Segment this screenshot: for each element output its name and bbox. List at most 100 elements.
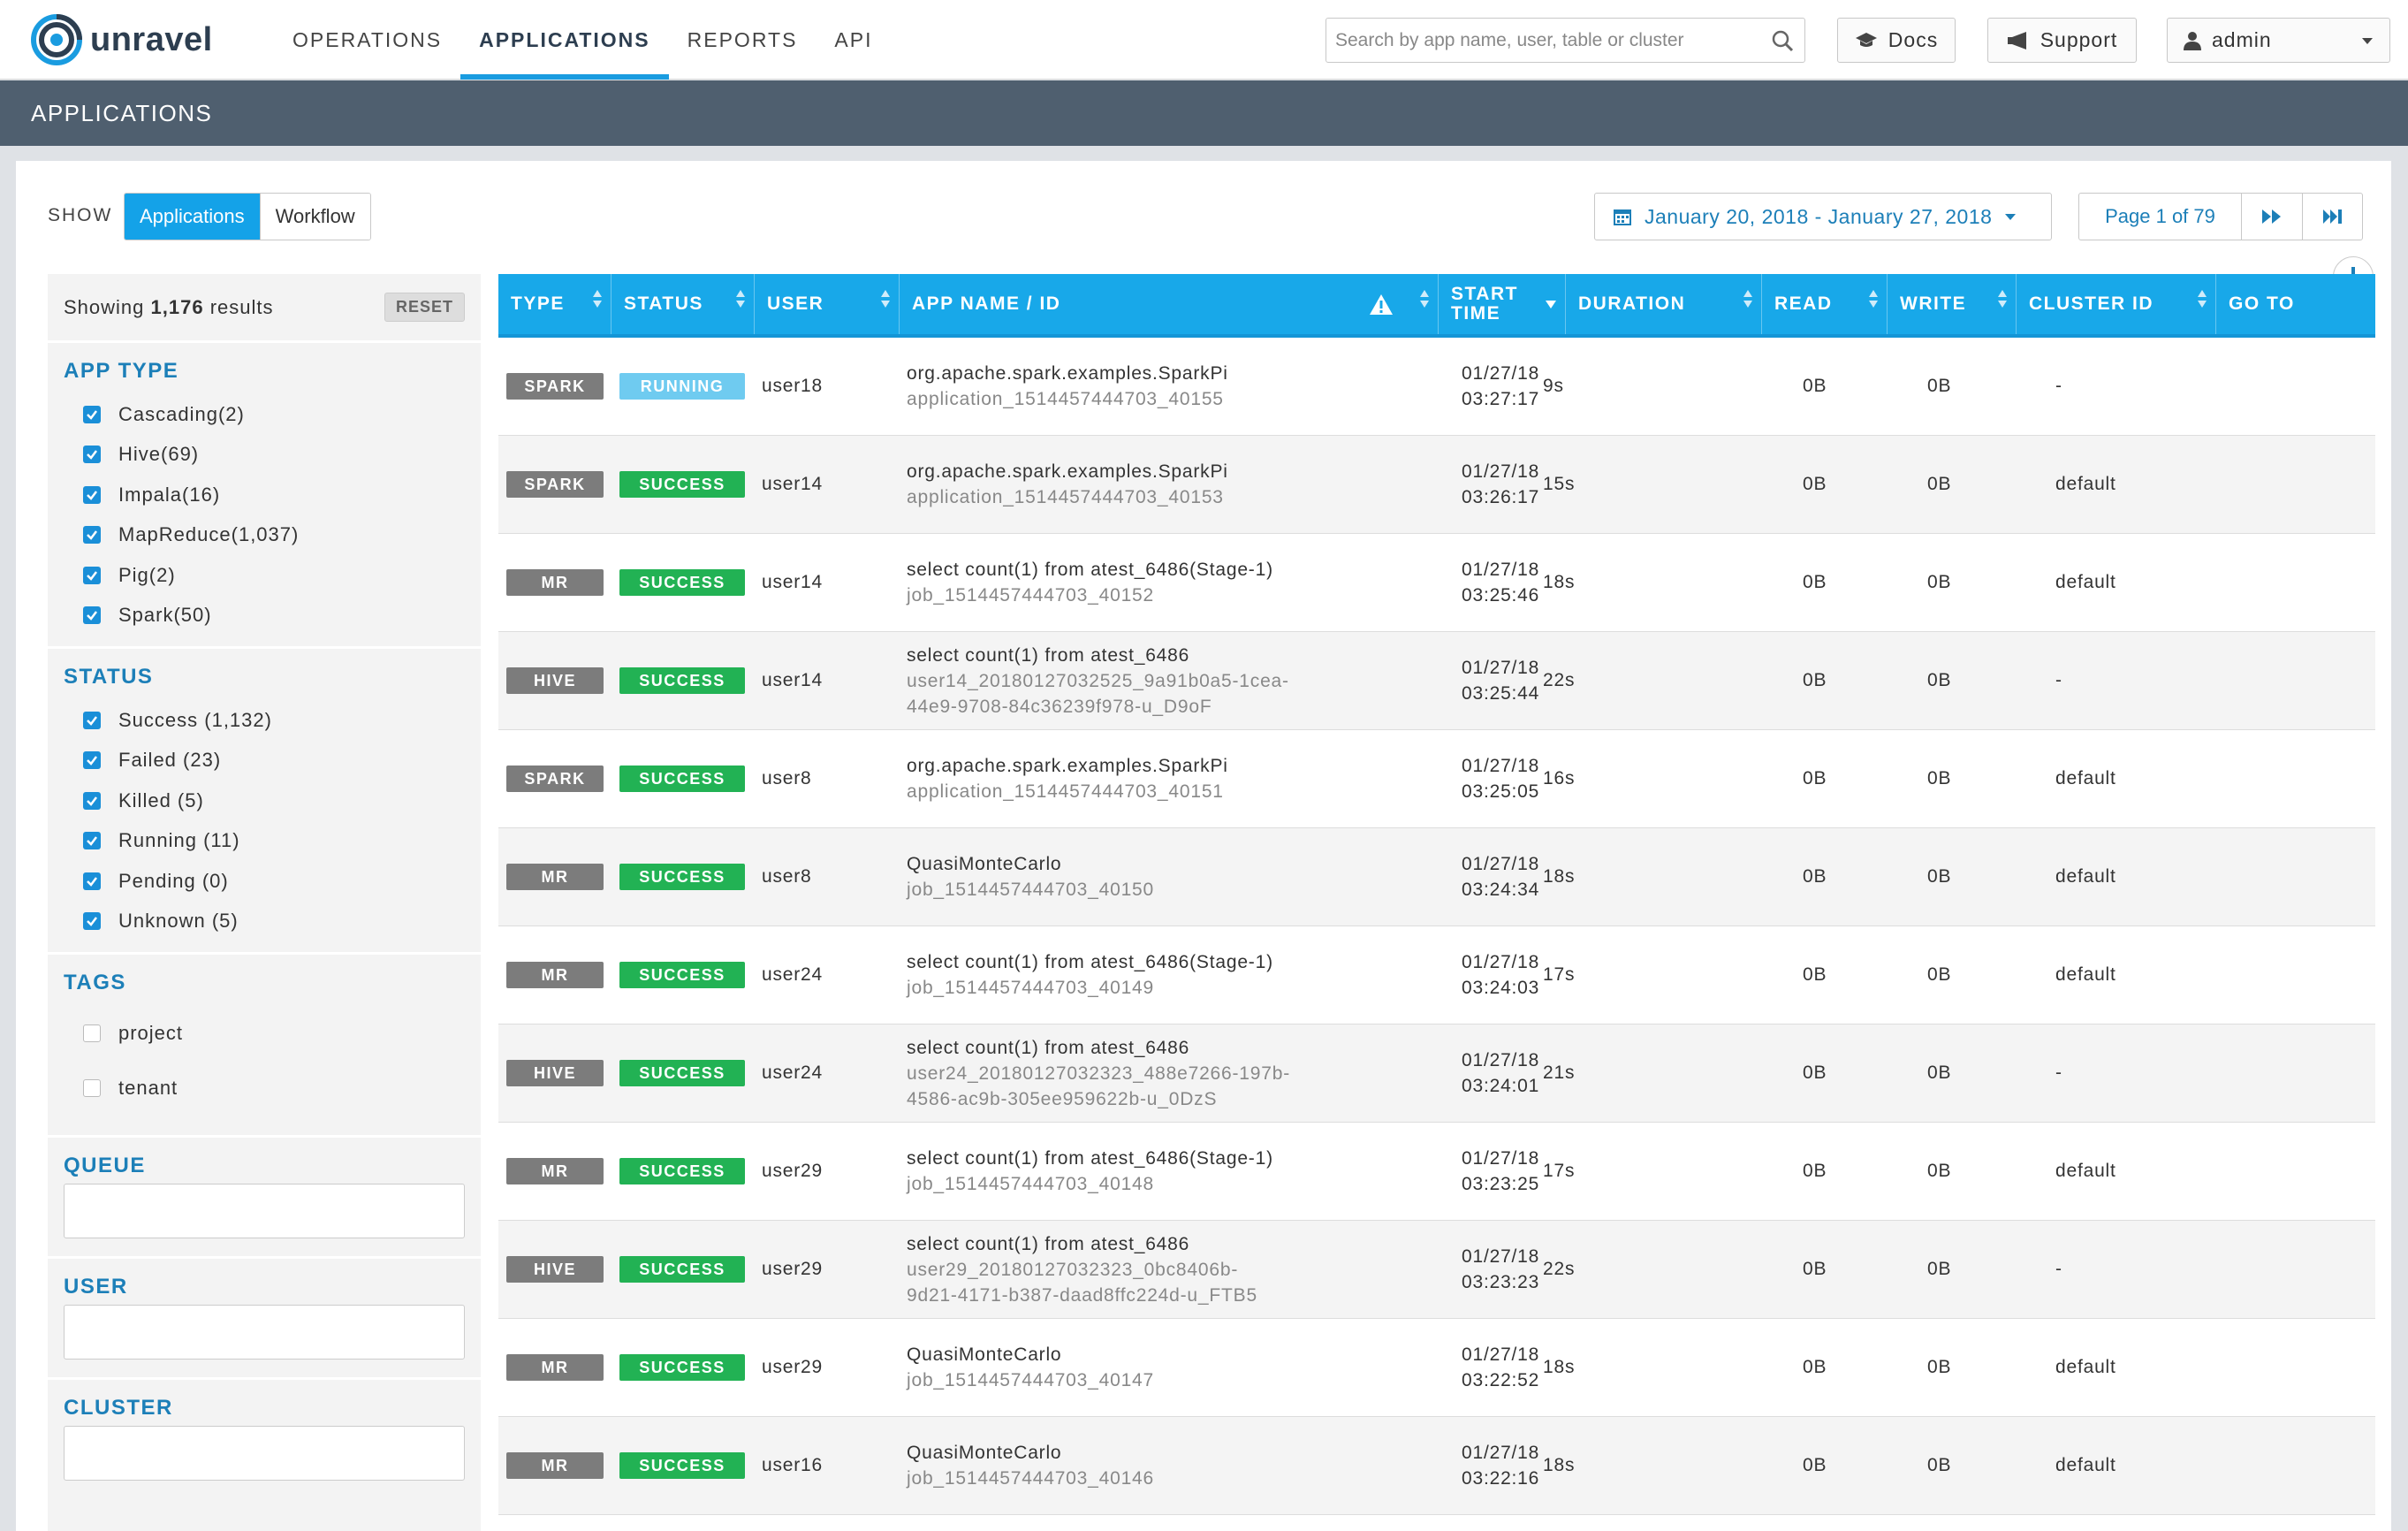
app-type-checkbox[interactable] (83, 485, 101, 504)
app-name[interactable]: QuasiMonteCarlo (907, 1440, 1154, 1466)
tag-item[interactable]: project (64, 1006, 465, 1061)
app-name[interactable]: select count(1) from atest_6486 (907, 1231, 1257, 1257)
user-cell[interactable]: user14 (762, 569, 823, 595)
app-id[interactable]: 4586-ac9b-305ee959622b-u_0DzS (907, 1086, 1290, 1112)
app-type-checkbox[interactable] (83, 566, 101, 584)
app-name[interactable]: org.apache.spark.examples.SparkPi (907, 753, 1228, 779)
table-row[interactable]: MR SUCCESS user8 QuasiMonteCarlo job_1514457… (498, 828, 2375, 926)
col-write[interactable]: WRITE (1888, 274, 2017, 334)
status-checkbox[interactable] (83, 711, 101, 729)
col-app-name[interactable]: APP NAME / ID (900, 274, 1341, 334)
app-id[interactable]: job_1514457444703_40147 (907, 1367, 1154, 1393)
status-checkbox[interactable] (83, 832, 101, 850)
status-item[interactable]: Success (1,132) (64, 700, 465, 741)
user-cell[interactable]: user16 (762, 1452, 823, 1478)
tag-item[interactable]: tenant (64, 1061, 465, 1116)
app-id[interactable]: job_1514457444703_40149 (907, 975, 1273, 1001)
user-cell[interactable]: user8 (762, 766, 812, 791)
app-name[interactable]: org.apache.spark.examples.SparkPi (907, 361, 1228, 386)
table-row[interactable]: HIVE SUCCESS user24 select count(1) from at… (498, 1024, 2375, 1123)
app-name-cell[interactable]: org.apache.spark.examples.SparkPi applica… (907, 361, 1228, 412)
table-row[interactable]: MR SUCCESS user14 select count(1) from ates… (498, 534, 2375, 632)
status-item[interactable]: Failed (23) (64, 741, 465, 781)
queue-input[interactable] (65, 1184, 464, 1238)
user-menu-button[interactable]: admin (2167, 18, 2390, 63)
app-name-cell[interactable]: org.apache.spark.examples.SparkPi applica… (907, 459, 1228, 510)
app-name[interactable]: select count(1) from atest_6486 (907, 1035, 1290, 1061)
status-checkbox[interactable] (83, 872, 101, 890)
last-page-button[interactable] (2302, 194, 2362, 240)
col-start-time[interactable]: START TIME (1439, 274, 1566, 334)
nav-operations[interactable]: OPERATIONS (274, 0, 460, 80)
app-id[interactable]: job_1514457444703_40150 (907, 877, 1154, 903)
nav-reports[interactable]: REPORTS (669, 0, 817, 80)
docs-button[interactable]: Docs (1837, 18, 1956, 63)
app-name[interactable]: select count(1) from atest_6486 (907, 643, 1289, 668)
user-cell[interactable]: user29 (762, 1354, 823, 1380)
search-input[interactable] (1326, 19, 1760, 62)
app-type-item[interactable]: Pig(2) (64, 555, 465, 596)
app-type-item[interactable]: Impala(16) (64, 475, 465, 515)
show-workflow-button[interactable]: Workflow (259, 194, 370, 240)
user-cell[interactable]: user8 (762, 864, 812, 889)
app-name[interactable]: select count(1) from atest_6486(Stage-1) (907, 949, 1273, 975)
status-item[interactable]: Running (11) (64, 821, 465, 862)
search-icon[interactable] (1760, 29, 1804, 52)
app-name[interactable]: select count(1) from atest_6486(Stage-1) (907, 1146, 1273, 1171)
app-type-item[interactable]: MapReduce(1,037) (64, 515, 465, 556)
app-type-checkbox[interactable] (83, 405, 101, 423)
app-name[interactable]: QuasiMonteCarlo (907, 1342, 1154, 1367)
col-warning[interactable] (1341, 274, 1439, 334)
app-name-cell[interactable]: select count(1) from atest_6486(Stage-1)… (907, 1146, 1273, 1197)
app-id[interactable]: user24_20180127032323_488e7266-197b- (907, 1061, 1290, 1086)
col-cluster-id[interactable]: CLUSTER ID (2017, 274, 2216, 334)
app-id[interactable]: 44e9-9708-84c36239f978-u_D9oF (907, 694, 1289, 720)
app-id[interactable]: job_1514457444703_40152 (907, 583, 1273, 608)
user-input[interactable] (65, 1306, 464, 1359)
user-cell[interactable]: user24 (762, 962, 823, 987)
tag-checkbox[interactable] (83, 1079, 101, 1097)
date-range-picker[interactable]: January 20, 2018 - January 27, 2018 (1594, 193, 2052, 240)
app-type-item[interactable]: Cascading(2) (64, 394, 465, 435)
app-type-item[interactable]: Spark(50) (64, 596, 465, 636)
status-item[interactable]: Unknown (5) (64, 902, 465, 942)
next-page-button[interactable] (2242, 194, 2302, 240)
app-name-cell[interactable]: select count(1) from atest_6486(Stage-1)… (907, 557, 1273, 608)
cluster-input[interactable] (65, 1427, 464, 1480)
user-cell[interactable]: user14 (762, 667, 823, 693)
app-id[interactable]: application_1514457444703_40155 (907, 386, 1228, 412)
app-name-cell[interactable]: select count(1) from atest_6486(Stage-1)… (907, 949, 1273, 1001)
table-row[interactable]: SPARK SUCCESS user14 org.apache.spark.examp… (498, 436, 2375, 534)
app-type-item[interactable]: Hive(69) (64, 435, 465, 476)
app-id[interactable]: application_1514457444703_40153 (907, 484, 1228, 510)
nav-api[interactable]: API (816, 0, 891, 80)
user-cell[interactable]: user18 (762, 373, 823, 399)
app-type-checkbox[interactable] (83, 526, 101, 545)
user-cell[interactable]: user29 (762, 1256, 823, 1282)
app-type-checkbox[interactable] (83, 606, 101, 625)
table-row[interactable]: HIVE SUCCESS user14 select count(1) from at… (498, 632, 2375, 730)
app-name[interactable]: QuasiMonteCarlo (907, 851, 1154, 877)
app-id[interactable]: user14_20180127032525_9a91b0a5-1cea- (907, 668, 1289, 694)
col-status[interactable]: STATUS (611, 274, 755, 334)
table-row[interactable]: MR SUCCESS user24 select count(1) from ates… (498, 926, 2375, 1024)
col-type[interactable]: TYPE (498, 274, 611, 334)
status-checkbox[interactable] (83, 791, 101, 810)
app-name-cell[interactable]: select count(1) from atest_6486 user24_20… (907, 1035, 1290, 1112)
brand-logo[interactable]: unravel (30, 12, 213, 67)
status-checkbox[interactable] (83, 912, 101, 931)
table-row[interactable]: MR SUCCESS user29 QuasiMonteCarlo job_151445… (498, 1319, 2375, 1417)
app-name-cell[interactable]: QuasiMonteCarlo job_1514457444703_40146 (907, 1440, 1154, 1491)
app-name[interactable]: select count(1) from atest_6486(Stage-1) (907, 557, 1273, 583)
app-name-cell[interactable]: select count(1) from atest_6486 user14_20… (907, 643, 1289, 720)
app-name[interactable]: org.apache.spark.examples.SparkPi (907, 459, 1228, 484)
tag-checkbox[interactable] (83, 1024, 101, 1042)
table-row[interactable]: SPARK RUNNING user18 org.apache.spark.examp… (498, 338, 2375, 436)
table-row[interactable]: MR SUCCESS user16 QuasiMonteCarlo job_151445… (498, 1417, 2375, 1515)
app-id[interactable]: job_1514457444703_40148 (907, 1171, 1273, 1197)
status-checkbox[interactable] (83, 751, 101, 770)
table-row[interactable]: MR SUCCESS user29 select count(1) from ates… (498, 1123, 2375, 1221)
app-type-checkbox[interactable] (83, 446, 101, 464)
app-id[interactable]: job_1514457444703_40146 (907, 1466, 1154, 1491)
app-id[interactable]: 9d21-4171-b387-daad8ffc224d-u_FTB5 (907, 1283, 1257, 1308)
